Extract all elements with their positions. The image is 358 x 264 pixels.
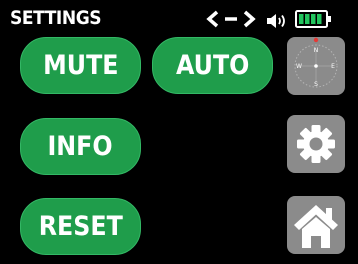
link-arrows-icon [206, 10, 256, 28]
battery-cell [317, 14, 322, 24]
battery-cell [311, 14, 316, 24]
mute-button-label: MUTE [42, 50, 119, 81]
info-button-label: INFO [47, 131, 114, 162]
speaker-icon [267, 14, 285, 28]
gear-icon [297, 125, 335, 163]
info-button[interactable]: INFO [20, 118, 141, 175]
reset-button-label: RESET [38, 211, 123, 242]
settings-tile[interactable] [287, 115, 345, 173]
compass-east-label: E [331, 63, 335, 70]
compass-icon: N S E W [294, 37, 338, 88]
compass-north-label: N [314, 47, 319, 54]
compass-west-label: W [296, 63, 302, 70]
auto-button[interactable]: AUTO [152, 37, 273, 94]
page-title: SETTINGS [10, 7, 102, 29]
battery-cell [305, 14, 310, 24]
compass-tile[interactable]: N S E W [287, 37, 345, 95]
home-tile[interactable] [287, 196, 345, 254]
home-icon [294, 205, 338, 248]
battery-icon [295, 10, 331, 28]
reset-button[interactable]: RESET [20, 198, 141, 255]
north-marker [313, 37, 319, 43]
settings-screen: SETTINGS MUTE AUTO INFO RESET N S E W [0, 0, 358, 264]
compass-south-label: S [314, 81, 318, 88]
auto-button-label: AUTO [175, 50, 250, 81]
battery-cell [299, 14, 304, 24]
mute-button[interactable]: MUTE [20, 37, 141, 94]
